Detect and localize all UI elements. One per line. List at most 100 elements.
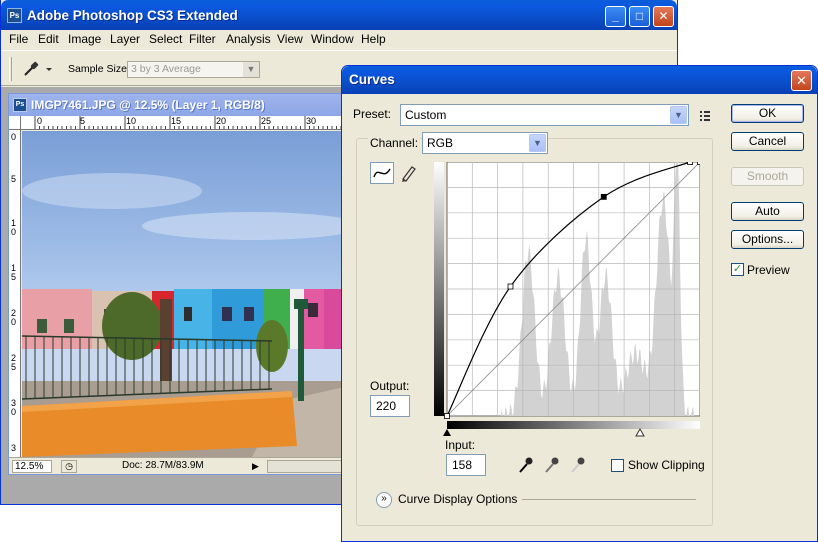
ruler-ticks-horizontal [34,116,346,129]
photo-burano-houses [22,173,349,457]
preview-label: Preview [747,263,790,277]
chevron-down-icon: ▼ [670,106,687,124]
channel-select[interactable]: RGB ▼ [422,132,548,154]
output-label: Output: [370,379,410,393]
menu-image[interactable]: Image [68,32,101,46]
document-size: Doc: 28.7M/83.9M [122,460,204,471]
ruler-label: 0 [37,116,43,126]
ruler-origin[interactable] [9,116,21,130]
ruler-horizontal[interactable]: 0 5 10 15 20 25 30 [21,116,347,130]
curves-graph[interactable] [434,158,703,422]
checkmark-icon: ✓ [732,263,743,275]
options-bar-grip[interactable] [9,57,12,81]
sample-size-select[interactable]: 3 by 3 Average ▼ [127,61,260,78]
menu-select[interactable]: Select [149,32,182,46]
ruler-label: 0 [11,407,17,417]
input-label: Input: [445,438,476,452]
curve-display-options-label: Curve Display Options [398,492,518,506]
ruler-label: 20 [216,116,227,126]
curve-control-point[interactable] [507,283,514,290]
document-window: Ps IMGP7461.JPG @ 12.5% (Layer 1, RGB/8)… [8,93,349,475]
sample-size-value: 3 by 3 Average [131,63,201,75]
curve-point-tool[interactable] [370,162,394,184]
show-clipping-label: Show Clipping [628,458,705,472]
black-eyedropper-icon[interactable] [519,457,533,473]
ruler-label: 5 [11,272,17,282]
status-icon[interactable]: ◷ [61,460,77,473]
menu-layer[interactable]: Layer [110,32,140,46]
ruler-label: 15 [171,116,182,126]
curve-control-point[interactable] [600,193,607,200]
preset-label: Preset: [353,107,392,121]
curve-control-point[interactable] [444,413,450,419]
image-canvas[interactable] [22,131,349,457]
menu-view[interactable]: View [277,32,303,46]
horizontal-scrollbar[interactable] [267,460,349,473]
ruler-label: 5 [11,174,17,184]
curves-dialog: Curves ✕ Preset: Custom ▼ Channel: RGB ▼ [341,65,818,542]
status-menu-arrow-icon[interactable]: ▶ [252,460,264,473]
chevron-down-icon: ▼ [243,62,259,77]
preset-select[interactable]: Custom ▼ [400,104,689,126]
curve-control-point[interactable] [697,159,703,165]
preview-checkbox[interactable]: ✓ [731,263,744,276]
cancel-button[interactable]: Cancel [731,132,804,151]
menu-file[interactable]: File [9,32,28,46]
options-button[interactable]: Options... [731,230,804,249]
menu-edit[interactable]: Edit [38,32,59,46]
black-point-slider-icon[interactable] [443,429,451,436]
ruler-label: 0 [11,227,17,237]
curve-display-options-toggle[interactable]: » [376,492,392,508]
menu-window[interactable]: Window [311,32,354,46]
white-point-slider-icon[interactable] [635,427,645,437]
minimize-button[interactable]: _ [605,6,626,27]
channel-label: Channel: [368,136,421,150]
dialog-close-button[interactable]: ✕ [791,70,812,91]
menu-bar: File Edit Image Layer Select Filter Anal… [1,30,677,48]
photoshop-logo-icon: Ps [7,8,22,23]
ok-button[interactable]: OK [731,104,804,123]
pencil-icon [402,166,416,182]
curves-titlebar[interactable]: Curves ✕ [342,66,817,94]
output-field[interactable]: 220 [370,395,410,417]
photoshop-titlebar[interactable]: Ps Adobe Photoshop CS3 Extended _ □ ✕ [1,0,677,30]
ruler-label: 25 [261,116,272,126]
input-field[interactable]: 158 [446,454,486,476]
ruler-label: 30 [306,116,317,126]
eyedropper-icon [24,61,52,76]
close-icon: ✕ [796,73,807,88]
menu-analysis[interactable]: Analysis [226,32,271,46]
white-eyedropper-icon[interactable] [571,457,585,473]
channel-value: RGB [427,136,454,150]
document-titlebar[interactable]: Ps IMGP7461.JPG @ 12.5% (Layer 1, RGB/8) [9,94,347,116]
menu-filter[interactable]: Filter [189,32,216,46]
close-button[interactable]: ✕ [653,6,674,27]
separator [522,499,696,500]
window-title: Adobe Photoshop CS3 Extended [27,8,238,23]
zoom-field[interactable]: 12.5% [12,460,52,473]
output-gradient-bar [434,162,444,416]
curves-graph-area[interactable] [434,158,703,422]
minimize-icon: _ [612,9,619,23]
ruler-label: 3 [11,443,17,453]
gray-eyedropper-icon[interactable] [545,457,559,473]
curve-tool-icon [373,168,391,178]
maximize-button[interactable]: □ [629,6,650,27]
pencil-tool[interactable] [397,162,419,184]
curve-control-point[interactable] [687,159,693,165]
tool-preset-picker[interactable] [19,59,57,79]
sample-size-label: Sample Size: [68,63,130,75]
ruler-label: 5 [80,116,86,126]
menu-help[interactable]: Help [361,32,386,46]
document-ps-icon: Ps [13,98,27,112]
preset-menu-icon [700,111,710,121]
input-sliders[interactable] [439,426,709,438]
maximize-icon: □ [635,9,644,23]
preset-options-button[interactable] [698,107,714,123]
auto-button[interactable]: Auto [731,202,804,221]
document-title: IMGP7461.JPG @ 12.5% (Layer 1, RGB/8) [31,98,265,112]
show-clipping-checkbox[interactable] [611,459,624,472]
ruler-vertical[interactable]: 0 5 1 0 1 5 2 0 2 5 3 0 3 [9,130,21,458]
eyedropper-tools [519,457,585,473]
dialog-title: Curves [349,72,395,87]
